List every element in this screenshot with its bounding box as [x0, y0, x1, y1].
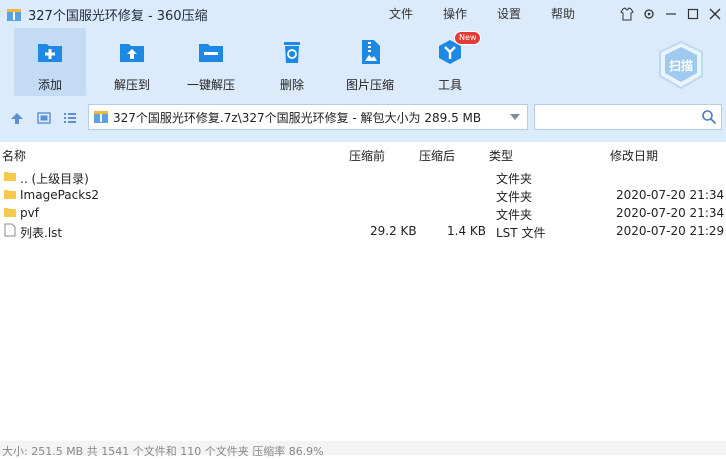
image-compress-button[interactable]: 图片压缩	[334, 28, 406, 96]
one-click-extract-label: 一键解压	[186, 78, 235, 92]
file-name: 列表.lst	[20, 226, 63, 240]
maximize-icon[interactable]	[682, 0, 704, 28]
folder-icon	[3, 169, 17, 183]
add-label: 添加	[37, 78, 62, 92]
delete-button[interactable]: 删除	[256, 28, 328, 96]
delete-label: 删除	[279, 78, 304, 92]
thumbnail-view-icon[interactable]	[37, 111, 51, 125]
file-type: 文件夹	[496, 190, 533, 204]
menu-operate[interactable]: 操作	[428, 5, 482, 22]
file-type: LST 文件	[496, 226, 546, 240]
file-date: 2020-07-20 21:29	[616, 224, 725, 238]
extract-to-label: 解压到	[113, 78, 150, 92]
scan-label: 扫描	[668, 59, 693, 73]
archive-path-icon	[93, 109, 109, 125]
tools-label: 工具	[437, 78, 462, 92]
file-type: 文件夹	[496, 208, 533, 222]
minimize-icon[interactable]	[660, 0, 682, 28]
dropdown-arrow-icon[interactable]	[509, 113, 521, 121]
file-packed-size: 1.4 KB	[447, 224, 486, 238]
scan-button[interactable]: 扫描	[656, 40, 706, 90]
file-date: 2020-07-20 21:34	[616, 188, 725, 202]
new-badge: New	[454, 31, 482, 45]
add-button[interactable]: 添加	[14, 28, 86, 96]
address-bar: 327个国服光环修复.7z\327个国服光环修复 - 解包大小为 289.5 M…	[0, 98, 726, 142]
status-bar: 大小: 251.5 MB 共 1541 个文件和 110 个文件夹 压缩率 86…	[0, 441, 726, 458]
extract-icon	[118, 38, 146, 66]
image-compress-label: 图片压缩	[345, 78, 394, 92]
window-controls	[616, 0, 726, 28]
col-modified[interactable]: 修改日期	[610, 147, 658, 164]
col-packed[interactable]: 压缩后	[419, 147, 455, 164]
column-header: 名称 压缩前 压缩后 类型 修改日期	[0, 142, 726, 166]
menu-bar: 文件 操作 设置 帮助	[374, 5, 590, 22]
col-name[interactable]: 名称	[2, 147, 26, 164]
menu-settings[interactable]: 设置	[482, 5, 536, 22]
file-name: pvf	[20, 206, 39, 220]
settings-icon[interactable]	[638, 0, 660, 28]
title-area: 327个国服光环修复 - 360压缩	[6, 5, 208, 24]
search-icon[interactable]	[701, 109, 717, 125]
status-text: 大小: 251.5 MB 共 1541 个文件和 110 个文件夹 压缩率 86…	[2, 445, 324, 458]
file-row-pvf[interactable]: pvf 文件夹 2020-07-20 21:34	[0, 204, 726, 222]
col-type[interactable]: 类型	[489, 147, 513, 164]
file-size: 29.2 KB	[370, 224, 417, 238]
close-icon[interactable]	[704, 0, 726, 28]
toolbar: 添加 解压到 一键解压 删除 图片压缩 New 工具 扫描	[0, 28, 726, 98]
extract-to-button[interactable]: 解压到	[96, 28, 168, 96]
one-click-extract-button[interactable]: 一键解压	[175, 28, 247, 96]
archive-icon	[6, 7, 22, 23]
window-title: 327个国服光环修复 - 360压缩	[28, 9, 208, 24]
search-input[interactable]	[534, 104, 722, 130]
file-row-parent[interactable]: .. (上级目录) 文件夹	[0, 168, 726, 186]
add-folder-icon	[36, 38, 64, 66]
file-row-list-lst[interactable]: 列表.lst 29.2 KB 1.4 KB LST 文件 2020-07-20 …	[0, 222, 726, 240]
folder-icon	[3, 187, 17, 201]
document-icon	[4, 223, 16, 237]
menu-help[interactable]: 帮助	[536, 5, 590, 22]
one-click-extract-icon	[197, 38, 225, 66]
file-name: .. (上级目录)	[20, 172, 89, 186]
path-text: 327个国服光环修复.7z\327个国服光环修复 - 解包大小为 289.5 M…	[113, 110, 482, 125]
delete-icon	[278, 38, 306, 66]
menu-file[interactable]: 文件	[374, 5, 428, 22]
title-bar: 327个国服光环修复 - 360压缩 文件 操作 设置 帮助	[0, 0, 726, 28]
folder-icon	[3, 205, 17, 219]
file-row-imagepacks2[interactable]: ImagePacks2 文件夹 2020-07-20 21:34	[0, 186, 726, 204]
col-size[interactable]: 压缩前	[349, 147, 385, 164]
file-date: 2020-07-20 21:34	[616, 206, 725, 220]
tools-button[interactable]: New 工具	[414, 28, 486, 96]
list-view-icon[interactable]	[63, 111, 77, 125]
skin-icon[interactable]	[616, 0, 638, 28]
image-compress-icon	[356, 38, 384, 66]
up-arrow-icon[interactable]	[10, 111, 24, 125]
file-name: ImagePacks2	[20, 188, 100, 202]
path-field[interactable]: 327个国服光环修复.7z\327个国服光环修复 - 解包大小为 289.5 M…	[88, 104, 528, 130]
file-type: 文件夹	[496, 172, 533, 186]
